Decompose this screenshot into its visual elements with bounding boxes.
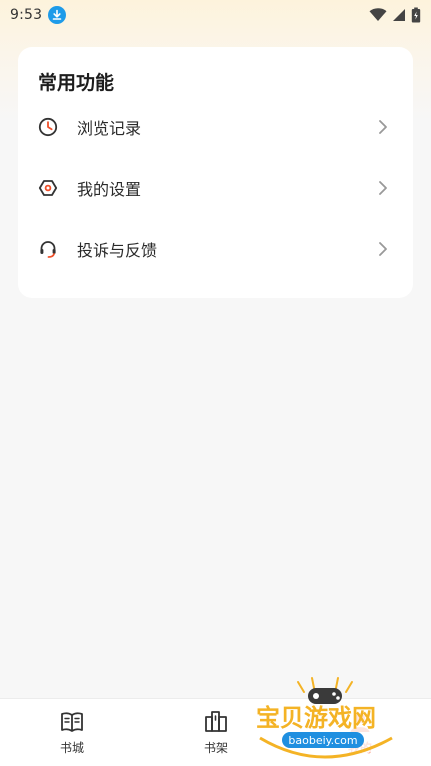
nav-tab-bookshelf[interactable]: 书架 <box>186 709 246 761</box>
chevron-right-icon <box>379 181 387 195</box>
menu-item-label: 投诉与反馈 <box>77 241 158 260</box>
battery-icon <box>411 7 421 23</box>
menu-item-complaints-feedback[interactable]: 投诉与反馈 <box>18 225 413 273</box>
status-bar: 9:53 <box>0 0 431 30</box>
status-time: 9:53 <box>10 7 43 23</box>
chevron-right-icon <box>379 120 387 134</box>
bookshelf-icon <box>205 711 227 732</box>
menu-item-my-settings[interactable]: 我的设置 <box>18 164 413 212</box>
menu-item-browse-history[interactable]: 浏览记录 <box>18 103 413 151</box>
nav-label: 书架 <box>203 741 228 755</box>
card-title: 常用功能 <box>38 72 115 94</box>
menu-item-label: 我的设置 <box>77 180 142 199</box>
chevron-right-icon <box>379 242 387 256</box>
headset-icon <box>40 241 56 258</box>
signal-icon <box>393 9 405 21</box>
watermark-url: baobeiy.com <box>288 734 357 747</box>
watermark-title: 宝贝游戏网 <box>256 704 376 732</box>
download-icon <box>48 6 67 24</box>
settings-hex-icon <box>38 180 58 196</box>
clock-icon <box>38 117 58 137</box>
nav-tab-bookstore[interactable]: 书城 <box>42 709 102 761</box>
nav-label: 书城 <box>59 741 84 755</box>
menu-item-label: 浏览记录 <box>77 119 142 138</box>
wifi-icon <box>369 8 387 21</box>
watermark-logo: 宝贝游戏网 baobeiy.com <box>256 677 393 761</box>
common-functions-card: 常用功能 浏览记录 我的设置 投诉与反馈 <box>18 47 413 298</box>
open-book-icon <box>61 712 83 732</box>
